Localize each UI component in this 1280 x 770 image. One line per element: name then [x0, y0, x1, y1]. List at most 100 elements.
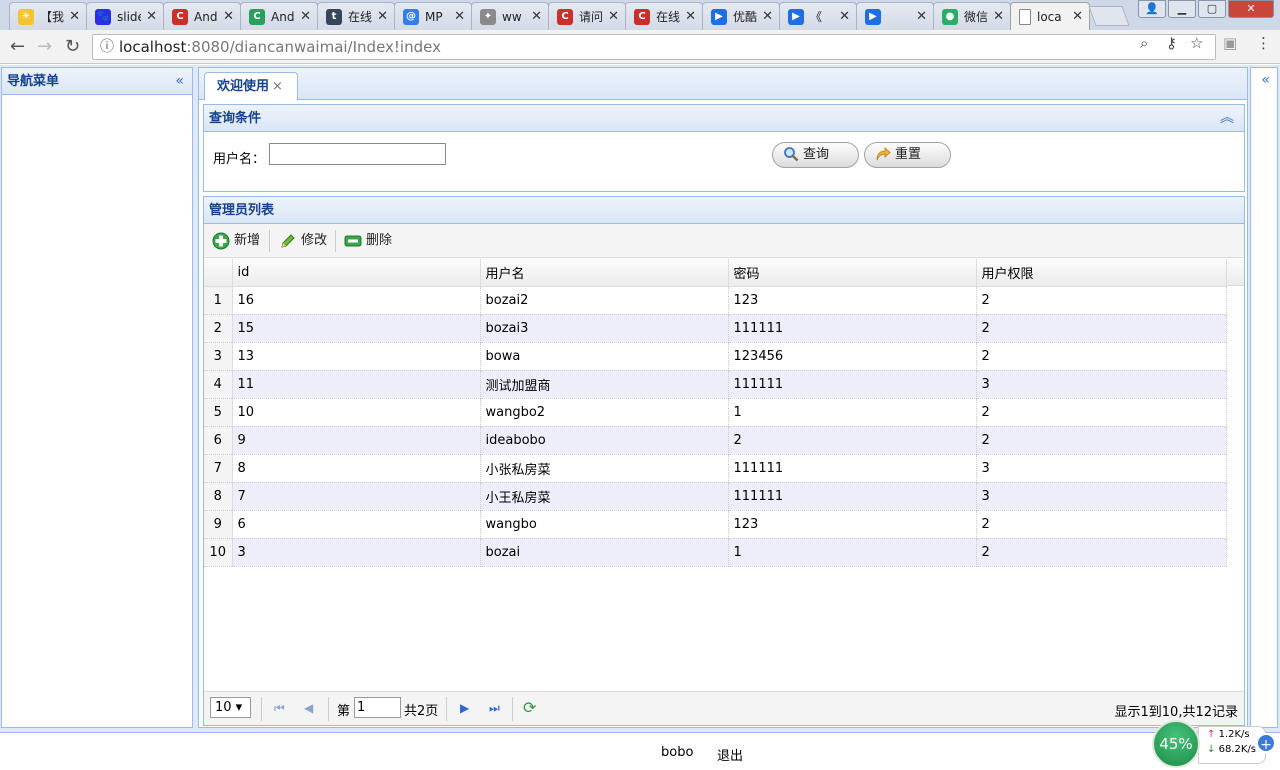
- cell-username: wangbo: [480, 510, 729, 539]
- reset-button[interactable]: 重置: [864, 142, 951, 168]
- logout-link[interactable]: 退出: [717, 745, 743, 764]
- profile-button[interactable]: 👤: [1138, 0, 1166, 18]
- cell-username: bowa: [480, 342, 729, 371]
- collapse-left-icon[interactable]: «: [175, 68, 184, 95]
- edit-button[interactable]: 修改: [279, 231, 327, 251]
- cell-password: 123: [728, 510, 977, 539]
- minimize-button[interactable]: ▁: [1168, 0, 1196, 18]
- browser-tab[interactable]: ▶ 优酷 ✕: [702, 2, 780, 30]
- browser-tab[interactable]: t 在线 ✕: [317, 2, 395, 30]
- close-tab-icon[interactable]: ✕: [300, 9, 311, 24]
- table-row[interactable]: 3 13 bowa 123456 2: [204, 342, 1227, 371]
- table-row[interactable]: 7 8 小张私房菜 111111 3: [204, 454, 1227, 483]
- close-tab-icon[interactable]: ✕: [146, 9, 157, 24]
- new-tab-button[interactable]: [1088, 6, 1130, 26]
- browser-tab[interactable]: ☀ 【我 ✕: [9, 2, 87, 30]
- delete-button[interactable]: 删除: [344, 231, 392, 251]
- pager-separator: [261, 697, 262, 721]
- cell-id: 8: [232, 454, 481, 483]
- first-page-icon[interactable]: ⏮: [274, 701, 285, 716]
- cell-id: 6: [232, 510, 481, 539]
- bookmark-star-icon[interactable]: ☆: [1190, 34, 1203, 52]
- close-tab-icon[interactable]: ×: [272, 79, 283, 94]
- table-row[interactable]: 2 15 bozai3 111111 2: [204, 314, 1227, 343]
- browser-tab[interactable]: ▶ ✕: [856, 2, 934, 30]
- browser-tab[interactable]: @ MP ✕: [394, 2, 472, 30]
- collapse-up-icon[interactable]: ︽: [1220, 105, 1234, 132]
- browser-tab-title: Andr: [194, 9, 218, 24]
- cell-role: 3: [976, 454, 1227, 483]
- maximize-button[interactable]: ▢: [1198, 0, 1226, 18]
- zoom-icon[interactable]: ⌕: [1140, 34, 1148, 52]
- browser-tab[interactable]: C Andr ✕: [163, 2, 241, 30]
- collapse-left-icon[interactable]: «: [1261, 72, 1270, 88]
- browser-tab[interactable]: 🐾 slide ✕: [86, 2, 164, 30]
- upload-arrow-icon: ↑: [1207, 729, 1216, 740]
- browser-tab[interactable]: loca ✕: [1010, 2, 1090, 31]
- menu-icon[interactable]: ⋮: [1256, 34, 1271, 52]
- cell-username: bozai3: [480, 314, 729, 343]
- table-row[interactable]: 1 16 bozai2 123 2: [204, 286, 1227, 315]
- close-tab-icon[interactable]: ✕: [1072, 9, 1083, 24]
- close-tab-icon[interactable]: ✕: [608, 9, 619, 24]
- close-tab-icon[interactable]: ✕: [531, 9, 542, 24]
- page-favicon: [1019, 9, 1031, 25]
- browser-tab[interactable]: C 在线 ✕: [625, 2, 703, 30]
- close-tab-icon[interactable]: ✕: [69, 9, 80, 24]
- browser-tab[interactable]: C Andr ✕: [240, 2, 318, 30]
- cell-password: 1: [728, 398, 977, 427]
- cell-password: 1: [728, 538, 977, 567]
- youku-favicon: ▶: [711, 8, 727, 25]
- row-number: 1: [204, 286, 233, 315]
- browser-tab[interactable]: ▶ 《 ✕: [779, 2, 857, 30]
- browser-tab[interactable]: C 请问 ✕: [548, 2, 626, 30]
- close-tab-icon[interactable]: ✕: [993, 9, 1004, 24]
- reload-icon[interactable]: ↻: [65, 36, 80, 57]
- close-tab-icon[interactable]: ✕: [916, 9, 927, 24]
- network-speed-widget[interactable]: ↑ 1.2K/s ↓ 68.2K/s 45% +: [1152, 720, 1276, 770]
- cell-id: 11: [232, 370, 481, 399]
- column-header-username[interactable]: 用户名: [480, 259, 729, 287]
- close-tab-icon[interactable]: ✕: [454, 9, 465, 24]
- next-page-icon[interactable]: ▶: [460, 701, 469, 715]
- close-window-button[interactable]: ✕: [1228, 0, 1274, 18]
- back-arrow-icon[interactable]: ←: [10, 36, 25, 57]
- column-header-role[interactable]: 用户权限: [976, 259, 1227, 287]
- browser-tab-title: 优酷: [733, 10, 757, 24]
- forward-arrow-icon[interactable]: →: [37, 36, 52, 57]
- row-number: 8: [204, 482, 233, 511]
- last-page-icon[interactable]: ⏭: [489, 701, 500, 716]
- table-row[interactable]: 10 3 bozai 1 2: [204, 538, 1227, 567]
- table-row[interactable]: 6 9 ideabobo 2 2: [204, 426, 1227, 455]
- current-page-input[interactable]: 1: [354, 697, 401, 718]
- search-button[interactable]: 查询: [772, 142, 859, 168]
- close-tab-icon[interactable]: ✕: [685, 9, 696, 24]
- column-header-id[interactable]: id: [232, 259, 481, 287]
- table-row[interactable]: 5 10 wangbo2 1 2: [204, 398, 1227, 427]
- extension-icon[interactable]: ▣: [1223, 34, 1237, 52]
- close-tab-icon[interactable]: ✕: [223, 9, 234, 24]
- browser-tab[interactable]: ✦ ww ✕: [471, 2, 549, 30]
- browser-tab[interactable]: ● 微信 ✕: [933, 2, 1011, 30]
- close-tab-icon[interactable]: ✕: [762, 9, 773, 24]
- close-tab-icon[interactable]: ✕: [377, 9, 388, 24]
- page-size-select[interactable]: 10 ▾: [210, 697, 251, 718]
- cell-username: wangbo2: [480, 398, 729, 427]
- info-icon[interactable]: ⓘ: [100, 35, 114, 59]
- table-row[interactable]: 4 11 测试加盟商 111111 3: [204, 370, 1227, 399]
- username-input[interactable]: [269, 143, 446, 165]
- address-bar[interactable]: ⓘ localhost:8080/diancanwaimai/Index!ind…: [92, 34, 1216, 60]
- tab-welcome[interactable]: 欢迎使用 ×: [204, 72, 298, 101]
- plus-icon[interactable]: +: [1256, 733, 1276, 753]
- column-header-password[interactable]: 密码: [728, 259, 977, 287]
- content-tabs-bar: 欢迎使用 ×: [199, 68, 1247, 101]
- nav-menu-title: 导航菜单: [7, 74, 60, 89]
- key-icon[interactable]: ⚷: [1166, 34, 1177, 52]
- close-tab-icon[interactable]: ✕: [839, 9, 850, 24]
- prev-page-icon[interactable]: ◀: [304, 701, 313, 715]
- table-row[interactable]: 8 7 小王私房菜 111111 3: [204, 482, 1227, 511]
- table-row[interactable]: 9 6 wangbo 123 2: [204, 510, 1227, 539]
- add-button[interactable]: 新增: [212, 231, 260, 251]
- page-prefix: 第: [337, 704, 351, 719]
- refresh-icon[interactable]: ⟳: [523, 698, 536, 717]
